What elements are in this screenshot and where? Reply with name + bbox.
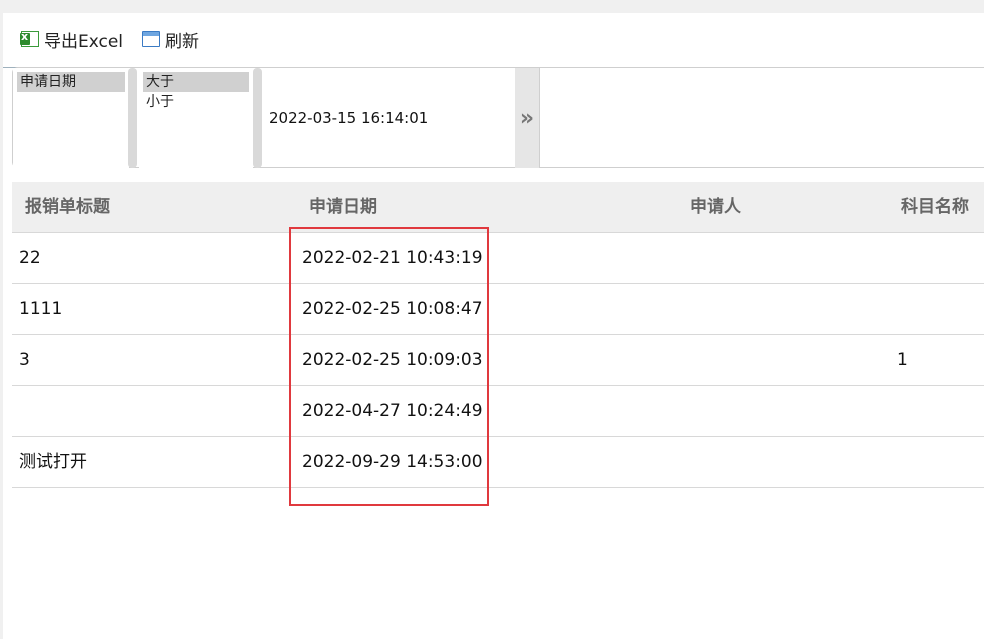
table-row[interactable]: 1111 2022-02-25 10:08:47 (12, 284, 984, 335)
data-table: 报销单标题 申请日期 申请人 科目名称 22 2022-02-21 10:43:… (12, 182, 984, 488)
cell-apply-date: 2022-04-27 10:24:49 (302, 401, 483, 421)
cell-title: 测试打开 (19, 452, 87, 472)
operator-option-greater[interactable]: 大于 (143, 72, 249, 92)
excel-icon (20, 30, 39, 47)
filter-value-field[interactable]: 2022-03-15 16:14:01 (266, 68, 514, 168)
column-header-applicant[interactable]: 申请人 (690, 182, 741, 232)
table-row[interactable]: 22 2022-02-21 10:43:19 (12, 233, 984, 284)
refresh-button[interactable]: 刷新 (142, 28, 199, 52)
toolbar: 导出Excel 刷新 (3, 13, 984, 68)
table-header: 报销单标题 申请日期 申请人 科目名称 (12, 182, 984, 233)
cell-title: 1111 (19, 299, 63, 319)
filter-value-text: 2022-03-15 16:14:01 (269, 109, 429, 127)
operator-listbox[interactable]: 大于 小于 (139, 68, 253, 172)
table-row[interactable]: 2022-04-27 10:24:49 (12, 386, 984, 437)
cell-subject: 1 (897, 350, 908, 370)
export-excel-button[interactable]: 导出Excel (20, 28, 124, 52)
window-icon (142, 31, 160, 47)
refresh-label: 刷新 (165, 31, 199, 52)
cell-apply-date: 2022-02-25 10:08:47 (302, 299, 483, 319)
export-excel-label: 导出Excel (44, 31, 124, 52)
table-row[interactable]: 测试打开 2022-09-29 14:53:00 (12, 437, 984, 488)
field-listbox[interactable]: 申请日期 (13, 68, 129, 172)
column-header-apply-date[interactable]: 申请日期 (309, 182, 377, 232)
field-option-apply-date[interactable]: 申请日期 (17, 72, 125, 92)
cell-apply-date: 2022-02-25 10:09:03 (302, 350, 483, 370)
cell-apply-date: 2022-02-21 10:43:19 (302, 248, 483, 268)
cell-apply-date: 2022-09-29 14:53:00 (302, 452, 483, 472)
field-listbox-scrollbar[interactable] (128, 68, 137, 168)
operator-option-less[interactable]: 小于 (143, 92, 249, 112)
column-header-subject[interactable]: 科目名称 (901, 182, 969, 232)
table-row[interactable]: 3 2022-02-25 10:09:03 1 (12, 335, 984, 386)
cell-title: 22 (19, 248, 41, 268)
double-chevron-right-icon: » (519, 105, 535, 131)
filter-box: 申请日期 大于 小于 2022-03-15 16:14:01 » (12, 67, 984, 172)
operator-listbox-scrollbar[interactable] (253, 68, 262, 168)
cell-title: 3 (19, 350, 30, 370)
apply-filter-button[interactable]: » (515, 68, 540, 168)
column-header-title[interactable]: 报销单标题 (25, 182, 110, 232)
